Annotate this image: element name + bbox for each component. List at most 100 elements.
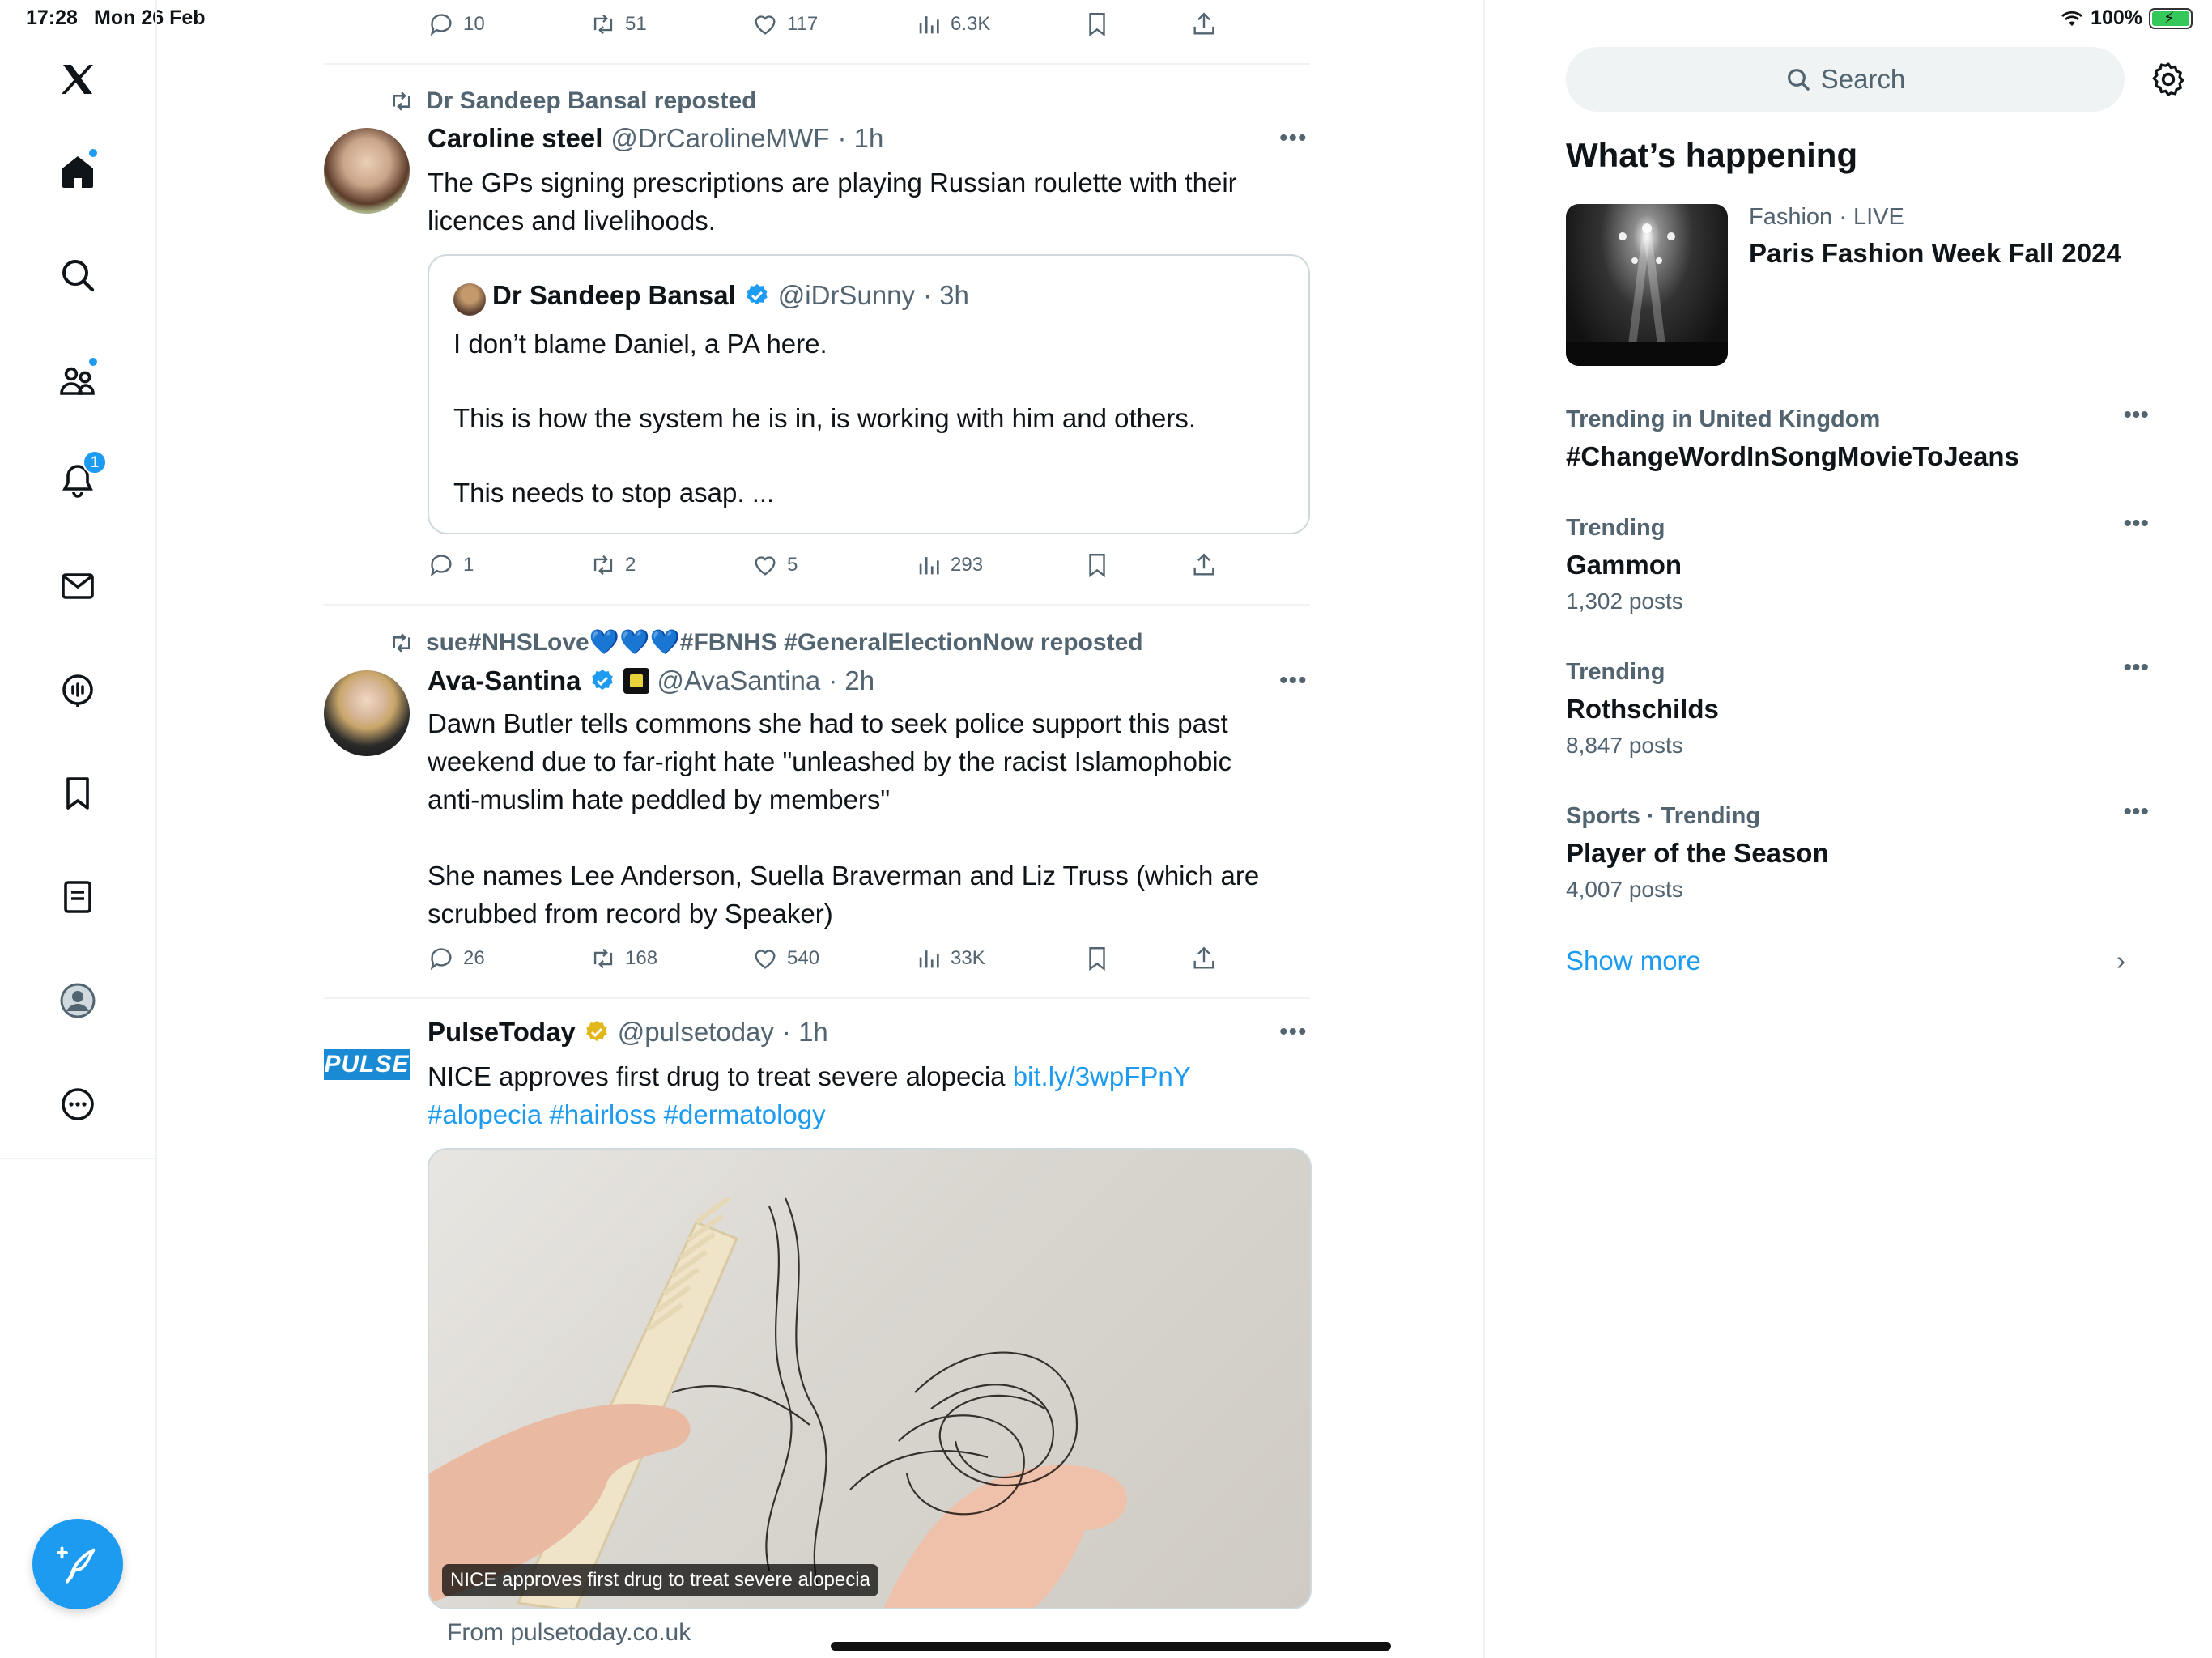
repost-button[interactable]: 51 — [589, 6, 647, 42]
repost-count: 168 — [625, 947, 658, 969]
like-count: 117 — [787, 13, 819, 35]
like-button[interactable]: 5 — [751, 547, 798, 583]
tweet-time: · 1h — [837, 123, 884, 153]
trend-item[interactable]: Sports · Trending Player of the Season 4… — [1566, 798, 2149, 903]
explore-search-icon[interactable] — [52, 249, 104, 301]
compose-feather-icon — [57, 1546, 96, 1584]
views-chart-icon — [919, 950, 939, 968]
avatar[interactable] — [324, 128, 410, 214]
tweet-divider — [324, 63, 1310, 65]
author-name[interactable]: PulseToday — [428, 1017, 576, 1048]
reply-button[interactable]: 26 — [428, 941, 485, 976]
home-indicator[interactable] — [831, 1642, 1391, 1651]
reply-button[interactable]: 1 — [428, 547, 474, 583]
affiliate-badge-icon — [623, 668, 649, 694]
trend-post-count: 4,007 posts — [1566, 877, 1683, 902]
home-badge-dot — [87, 147, 99, 159]
more-options-icon[interactable]: ••• — [1279, 1018, 1308, 1046]
home-icon[interactable] — [52, 146, 104, 198]
show-more-link[interactable]: Show more — [1566, 946, 1701, 976]
repost-context: Dr Sandeep Bansal reposted — [389, 87, 756, 115]
avatar — [453, 283, 486, 316]
like-count: 540 — [787, 947, 820, 969]
share-button[interactable] — [1190, 941, 1218, 976]
author-handle[interactable]: @pulsetoday — [618, 1017, 774, 1048]
trend-name: Rothschilds — [1566, 694, 1719, 724]
avatar[interactable]: PULSE — [324, 1022, 410, 1107]
repost-label: Dr Sandeep Bansal reposted — [426, 87, 757, 114]
like-button[interactable]: 117 — [751, 6, 818, 42]
trend-item[interactable]: Trending Rothschilds 8,847 posts ••• — [1566, 654, 2149, 759]
bookmark-button[interactable] — [1083, 547, 1111, 583]
quote-header: Dr Sandeep Bansal @iDrSunny · 3h — [492, 280, 969, 311]
trend-meta: Sports · Trending — [1566, 803, 1761, 829]
author-name[interactable]: Caroline steel — [428, 123, 602, 154]
tweet-link[interactable]: bit.ly/3wpFPnY — [1013, 1061, 1191, 1091]
more-options-icon[interactable]: ••• — [2123, 510, 2149, 538]
trend-meta: Trending in United Kingdom — [1566, 406, 1881, 432]
views-button[interactable]: 33K — [915, 941, 985, 976]
more-options-icon[interactable]: ••• — [2123, 402, 2149, 429]
reply-button[interactable]: 10 — [428, 6, 485, 42]
views-count: 33K — [951, 947, 985, 969]
quote-tweet-card[interactable]: Dr Sandeep Bansal @iDrSunny · 3h I don’t… — [428, 254, 1310, 534]
share-icon — [1193, 12, 1214, 35]
reply-icon — [430, 555, 452, 577]
bookmark-icon — [1089, 13, 1105, 37]
views-chart-icon — [919, 557, 939, 575]
more-options-icon[interactable]: ••• — [2123, 798, 2149, 826]
search-input[interactable]: Search — [1566, 47, 2125, 112]
quote-author-name: Dr Sandeep Bansal — [492, 280, 736, 310]
tweet-actions: 1 2 5 293 — [428, 547, 1237, 583]
compose-post-button[interactable] — [32, 1519, 123, 1609]
tweet-hashtags[interactable]: #alopecia #hairloss #dermatology — [428, 1099, 826, 1129]
repost-button[interactable]: 168 — [589, 941, 657, 976]
verified-badge-icon — [591, 670, 613, 691]
avatar[interactable] — [324, 670, 410, 756]
lists-icon[interactable] — [52, 871, 104, 923]
link-preview-image[interactable]: NICE approves first drug to treat severe… — [428, 1148, 1312, 1609]
notifications-bell-icon[interactable]: 1 — [52, 450, 107, 507]
views-button[interactable]: 6.3K — [915, 6, 990, 42]
repost-count: 2 — [625, 554, 636, 576]
event-status: · LIVE — [1832, 204, 1904, 230]
search-placeholder: Search — [1820, 64, 1906, 94]
event-category: Fashion — [1749, 204, 1833, 230]
profile-avatar-icon[interactable] — [52, 975, 104, 1027]
share-button[interactable] — [1190, 547, 1218, 583]
author-handle[interactable]: @AvaSantina — [657, 665, 821, 696]
views-button[interactable]: 293 — [915, 547, 983, 583]
more-options-icon[interactable]: ••• — [2123, 654, 2149, 682]
bookmark-button[interactable] — [1083, 941, 1111, 976]
media-source[interactable]: From pulsetoday.co.uk — [447, 1619, 691, 1647]
heart-icon — [755, 15, 776, 35]
share-button[interactable] — [1190, 6, 1218, 42]
tweet-divider — [324, 997, 1310, 999]
bookmarks-icon[interactable] — [52, 767, 104, 819]
right-sidebar: Search What’s happening Fashion · LIVE P… — [1483, 0, 2212, 1658]
trend-item[interactable]: Trending Gammon 1,302 posts ••• — [1566, 510, 2149, 614]
like-button[interactable]: 540 — [751, 941, 819, 976]
tweet-time: · 2h — [828, 665, 875, 695]
more-options-icon[interactable]: ••• — [1279, 667, 1308, 695]
tweet-text-main: NICE approves first drug to treat severe… — [428, 1061, 1013, 1091]
settings-gear-icon[interactable] — [2149, 60, 2188, 99]
spaces-icon[interactable] — [52, 664, 104, 716]
repost-icon — [593, 948, 613, 969]
bookmark-button[interactable] — [1083, 6, 1111, 42]
messages-envelope-icon[interactable] — [52, 560, 104, 612]
repost-icon — [593, 14, 613, 35]
repost-button[interactable]: 2 — [589, 547, 636, 583]
communities-icon[interactable] — [52, 355, 104, 406]
trend-name: Gammon — [1566, 550, 1682, 580]
author-handle[interactable]: @DrCarolineMWF — [610, 123, 829, 154]
trend-item[interactable]: Trending in United Kingdom #ChangeWordIn… — [1566, 402, 2149, 472]
tweet-actions: 26 168 540 33K — [428, 941, 1237, 976]
event-meta: Fashion · LIVE — [1749, 204, 1904, 231]
more-options-icon[interactable]: ••• — [1279, 125, 1308, 152]
author-name[interactable]: Ava-Santina — [428, 665, 581, 696]
x-logo-icon[interactable] — [52, 53, 104, 105]
more-options-icon[interactable] — [52, 1078, 104, 1130]
whats-happening-title: What’s happening — [1566, 136, 1858, 174]
reply-count: 10 — [463, 13, 485, 35]
